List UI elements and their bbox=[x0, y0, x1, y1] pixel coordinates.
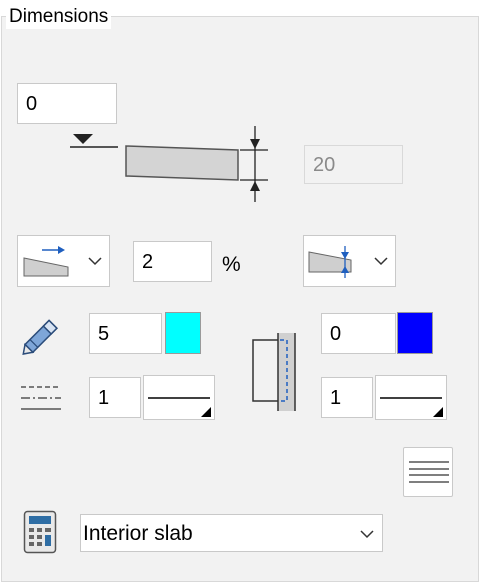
slope-input[interactable]: 2 bbox=[133, 241, 212, 282]
line-sample-icon bbox=[148, 397, 211, 417]
dashed-lines-icon bbox=[21, 386, 61, 410]
section-icon bbox=[252, 333, 296, 411]
panel-title: Dimensions bbox=[6, 5, 112, 29]
line-weight-right-input[interactable]: 1 bbox=[321, 377, 373, 418]
outline-pen-value: 0 bbox=[330, 322, 342, 345]
line-sample-icon bbox=[380, 397, 443, 417]
pen-input[interactable]: 5 bbox=[89, 313, 162, 354]
line-weight-left-value: 1 bbox=[98, 386, 110, 409]
line-type-right-picker[interactable] bbox=[375, 375, 447, 420]
thickness-direction-dropdown[interactable] bbox=[303, 235, 396, 287]
pen-value: 5 bbox=[98, 322, 110, 345]
slope-type-dropdown[interactable] bbox=[17, 235, 110, 287]
outline-pen-input[interactable]: 0 bbox=[321, 313, 396, 354]
slope-unit-label: % bbox=[222, 253, 241, 276]
fill-pattern-button[interactable] bbox=[403, 447, 453, 497]
hatch-lines-icon bbox=[409, 461, 449, 483]
outline-pen-color-swatch[interactable] bbox=[397, 312, 433, 354]
pen-color-swatch[interactable] bbox=[165, 312, 201, 354]
chevron-down-icon bbox=[374, 257, 388, 266]
line-weight-right-value: 1 bbox=[330, 386, 342, 409]
elevation-value: 0 bbox=[26, 92, 38, 115]
pencil-icon bbox=[22, 319, 58, 355]
thickness-input[interactable]: 20 bbox=[304, 145, 403, 184]
thickness-arrow-icon bbox=[308, 246, 352, 278]
thickness-value: 20 bbox=[313, 153, 336, 176]
line-type-left-picker[interactable] bbox=[143, 375, 215, 420]
slab-type-dropdown[interactable]: Interior slab bbox=[80, 514, 383, 552]
chevron-down-icon bbox=[88, 257, 102, 266]
slope-arrow-icon bbox=[23, 246, 69, 277]
line-weight-left-input[interactable]: 1 bbox=[89, 377, 141, 418]
calculator-icon bbox=[23, 510, 57, 554]
chevron-down-icon bbox=[360, 530, 374, 539]
slab-diagram bbox=[66, 126, 276, 208]
slope-value: 2 bbox=[142, 250, 154, 273]
elevation-input[interactable]: 0 bbox=[17, 83, 117, 124]
slab-type-value: Interior slab bbox=[83, 522, 193, 545]
